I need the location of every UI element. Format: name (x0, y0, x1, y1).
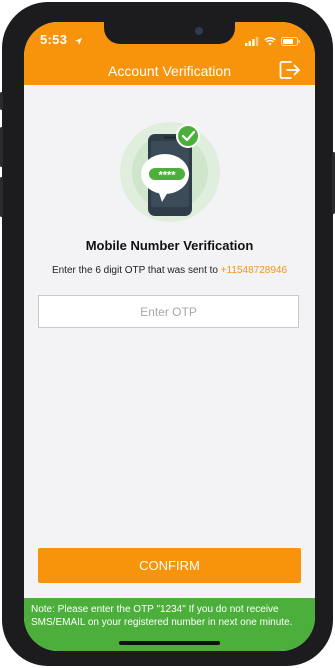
phone-otp-check-icon: **** (118, 122, 222, 227)
battery-icon (281, 33, 301, 51)
verification-subtitle: Enter the 6 digit OTP that was sent to +… (24, 265, 315, 276)
notch (104, 22, 235, 44)
location-arrow-icon (74, 33, 83, 51)
home-indicator[interactable] (119, 641, 220, 645)
subtitle-text: Enter the 6 digit OTP that was sent to (51, 265, 221, 276)
front-camera (195, 27, 203, 35)
side-button-volume-down (0, 177, 3, 217)
side-button-volume-up (0, 127, 3, 167)
app-screen: 5:53 Account Verification **** Mobile Nu… (24, 22, 315, 651)
page-title: Account Verification (108, 63, 231, 79)
side-button-silent (0, 92, 3, 110)
phone-frame: 5:53 Account Verification **** Mobile Nu… (0, 2, 335, 666)
otp-mask: **** (158, 170, 176, 182)
otp-input[interactable] (38, 295, 299, 328)
phone-number: +11548728946 (220, 265, 288, 276)
verification-title: Mobile Number Verification (85, 238, 254, 253)
confirm-button[interactable]: CONFIRM (38, 548, 301, 583)
signal-bars-icon (245, 33, 259, 51)
status-icons (245, 33, 301, 51)
logout-icon[interactable] (279, 60, 301, 85)
wifi-icon (264, 33, 276, 51)
status-time: 5:53 (40, 32, 68, 47)
